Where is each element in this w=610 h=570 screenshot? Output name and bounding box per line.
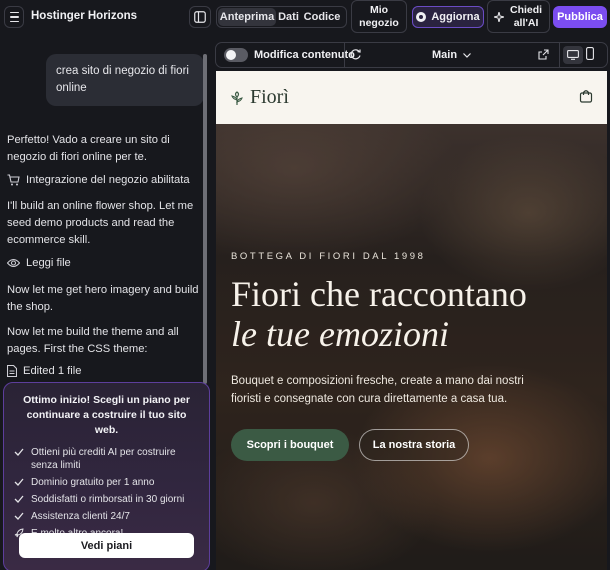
promo-feature: Assistenza clienti 24/7 (14, 510, 199, 523)
refresh-icon[interactable] (349, 48, 362, 61)
vedi-piani-button[interactable]: Vedi piani (19, 533, 194, 558)
flower-logo-icon (231, 90, 243, 105)
hero-headline-line1: Fiori che raccontano (231, 274, 527, 314)
mio-negozio-label-1: Mio (369, 4, 389, 16)
hero-subtitle: Bouquet e composizioni fresche, create a… (231, 375, 524, 405)
sidebar-toggle-icon[interactable] (189, 6, 211, 28)
check-icon (14, 448, 24, 456)
check-icon (14, 478, 24, 486)
eye-icon (7, 258, 20, 268)
promo-feature: Soddisfatti o rimborsati in 30 giorni (14, 493, 199, 506)
upgrade-icon (416, 12, 427, 22)
aggiorna-label: Aggiorna (431, 11, 480, 23)
promo-feature: Dominio gratuito per 1 anno (14, 476, 199, 489)
file-icon (7, 365, 17, 377)
pubblica-button[interactable]: Pubblica (553, 6, 607, 28)
upgrade-promo-card: Ottimo inizio! Scegli un piano per conti… (3, 382, 210, 570)
check-icon (14, 512, 24, 520)
branch-selector[interactable]: Main (432, 49, 471, 61)
assistant-message-1: Perfetto! Vado a creare un sito di negoz… (7, 134, 170, 163)
tab-codice[interactable]: Codice (301, 8, 343, 26)
mio-negozio-button[interactable]: Mio negozio (351, 0, 407, 33)
hero-headline: Fiori che raccontano le tue emozioni (231, 274, 601, 354)
external-link-icon[interactable] (538, 49, 549, 60)
edit-content-label: Modifica contenuto (254, 49, 355, 61)
divider (344, 43, 345, 67)
nostra-storia-button[interactable]: La nostra storia (359, 429, 469, 461)
promo-feature-label: Dominio gratuito per 1 anno (31, 477, 155, 488)
hero-section: BOTTEGA DI FIORI DAL 1998 Fiori che racc… (216, 124, 607, 570)
top-bar: Hostinger Horizons Anteprima Dati Codice… (0, 0, 610, 36)
tool-read-label: Leggi file (26, 257, 71, 269)
mio-negozio-label-2: negozio (359, 17, 399, 29)
chevron-down-icon (463, 52, 471, 58)
user-message: crea sito di negozio di fiori online (46, 54, 204, 106)
aggiorna-button[interactable]: Aggiorna (412, 6, 484, 28)
hero-eyebrow: BOTTEGA DI FIORI DAL 1998 (231, 251, 426, 262)
tool-store-label: Integrazione del negozio abilitata (26, 174, 190, 186)
branch-label: Main (432, 49, 458, 61)
assistant-message-3: Now let me get hero imagery and build th… (7, 284, 199, 313)
website-preview: Fiorì BOTTEGA DI FIORI DAL 1998 Fiori ch… (216, 71, 607, 570)
chiedi-label-1: Chiedi (510, 3, 543, 16)
tool-read-file: Leggi file (7, 257, 71, 269)
tool-edited-label: Edited 1 file (23, 365, 82, 377)
scopri-bouquet-button[interactable]: Scopri i bouquet (231, 429, 349, 461)
hero-headline-line2: le tue emozioni (231, 314, 449, 354)
cart-icon (7, 174, 20, 186)
menu-icon[interactable] (4, 6, 24, 28)
divider (559, 43, 560, 67)
promo-feature: Ottieni più crediti AI per costruire sen… (14, 446, 199, 472)
site-header: Fiorì (216, 71, 607, 124)
chiedi-ai-button[interactable]: Chiedi all'AI (487, 0, 550, 33)
mobile-view-icon[interactable] (586, 47, 594, 60)
promo-feature-list: Ottieni più crediti AI per costruire sen… (14, 446, 199, 540)
promo-feature-label: Soddisfatti o rimborsati in 30 giorni (31, 494, 185, 505)
site-logo-text: Fiorì (250, 86, 289, 108)
tool-edited-file: Edited 1 file (7, 365, 81, 377)
check-icon (14, 495, 24, 503)
tool-store-enabled: Integrazione del negozio abilitata (7, 174, 190, 186)
assistant-message-4: Now let me build the theme and all pages… (7, 326, 179, 355)
tab-anteprima[interactable]: Anteprima (218, 8, 276, 26)
promo-feature-label: Assistenza clienti 24/7 (31, 511, 130, 522)
edit-content-toggle[interactable] (224, 48, 248, 62)
app-title: Hostinger Horizons (31, 10, 138, 22)
promo-title: Ottimo inizio! Scegli un piano per conti… (23, 394, 190, 436)
site-logo[interactable]: Fiorì (231, 86, 289, 109)
assistant-message-2: I'll build an online flower shop. Let me… (7, 200, 194, 246)
desktop-view-icon[interactable] (563, 46, 583, 64)
chiedi-label-2: all'AI (513, 16, 539, 29)
view-tabs: Anteprima Dati Codice (216, 6, 347, 28)
tab-dati[interactable]: Dati (276, 8, 301, 26)
preview-toolbar: Modifica contenuto Main (215, 42, 608, 68)
promo-feature-label: Ottieni più crediti AI per costruire sen… (31, 447, 176, 471)
sparkle-icon (494, 11, 504, 22)
shopping-bag-icon[interactable] (579, 89, 593, 103)
